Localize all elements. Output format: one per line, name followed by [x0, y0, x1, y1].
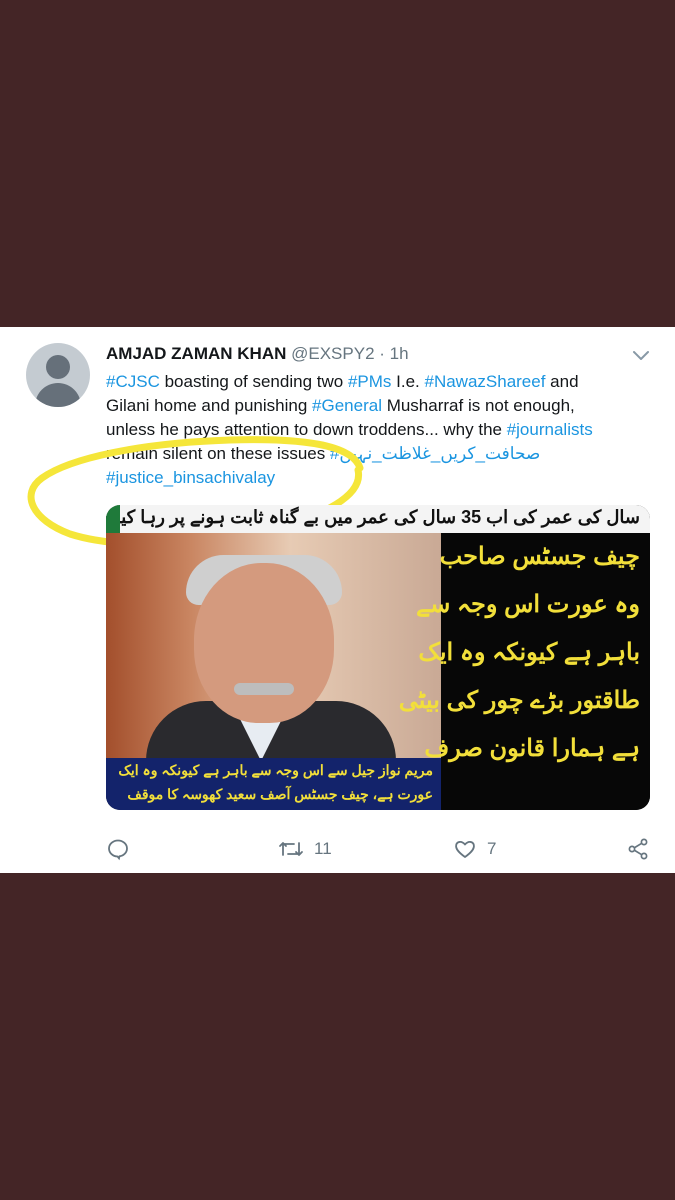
panel-line: ہے ہمارا قانون صرف: [424, 735, 640, 762]
urdu-text-panel: چیف جسٹس صاحب وہ عورت اس وجہ سے باہر ہے …: [398, 533, 650, 810]
caption-line: مریم نواز جیل سے اس وجہ سے باہر ہے کیونک…: [118, 762, 433, 778]
portrait-photo: [106, 533, 441, 771]
portrait-mustache: [234, 683, 294, 695]
retweet-count: 11: [314, 839, 332, 858]
portrait-face: [194, 563, 334, 723]
like-count: 7: [487, 839, 497, 858]
tweet-media-image[interactable]: سال کی عمر کی اب 35 سال کی عمر میں بے گن…: [106, 505, 650, 810]
like-button[interactable]: 7: [453, 832, 496, 866]
retweet-icon: [279, 842, 303, 856]
like-icon: [455, 841, 475, 858]
image-caption-bar: مریم نواز جیل سے اس وجہ سے باہر ہے کیونک…: [106, 758, 441, 810]
reply-button[interactable]: [106, 832, 130, 866]
share-icon: [628, 838, 648, 860]
channel-logo-bar: [106, 505, 120, 533]
panel-line: چیف جسٹس صاحب: [439, 543, 640, 570]
panel-line: طاقتور بڑے چور کی بیٹی: [398, 687, 640, 714]
top-strip-text: سال کی عمر کی اب 35 سال کی عمر میں بے گن…: [106, 507, 640, 527]
reply-icon: [108, 839, 128, 861]
caption-line: عورت ہے، چیف جسٹس آصف سعید کھوسہ کا موقف: [127, 786, 433, 802]
tweet-actions: 11 7: [0, 832, 675, 868]
image-top-strip: سال کی عمر کی اب 35 سال کی عمر میں بے گن…: [106, 505, 650, 533]
retweet-button[interactable]: 11: [278, 832, 332, 866]
panel-line: باہر ہے کیونکہ وہ ایک: [418, 639, 640, 666]
share-button[interactable]: [626, 832, 650, 866]
panel-line: وہ عورت اس وجہ سے: [416, 591, 640, 618]
